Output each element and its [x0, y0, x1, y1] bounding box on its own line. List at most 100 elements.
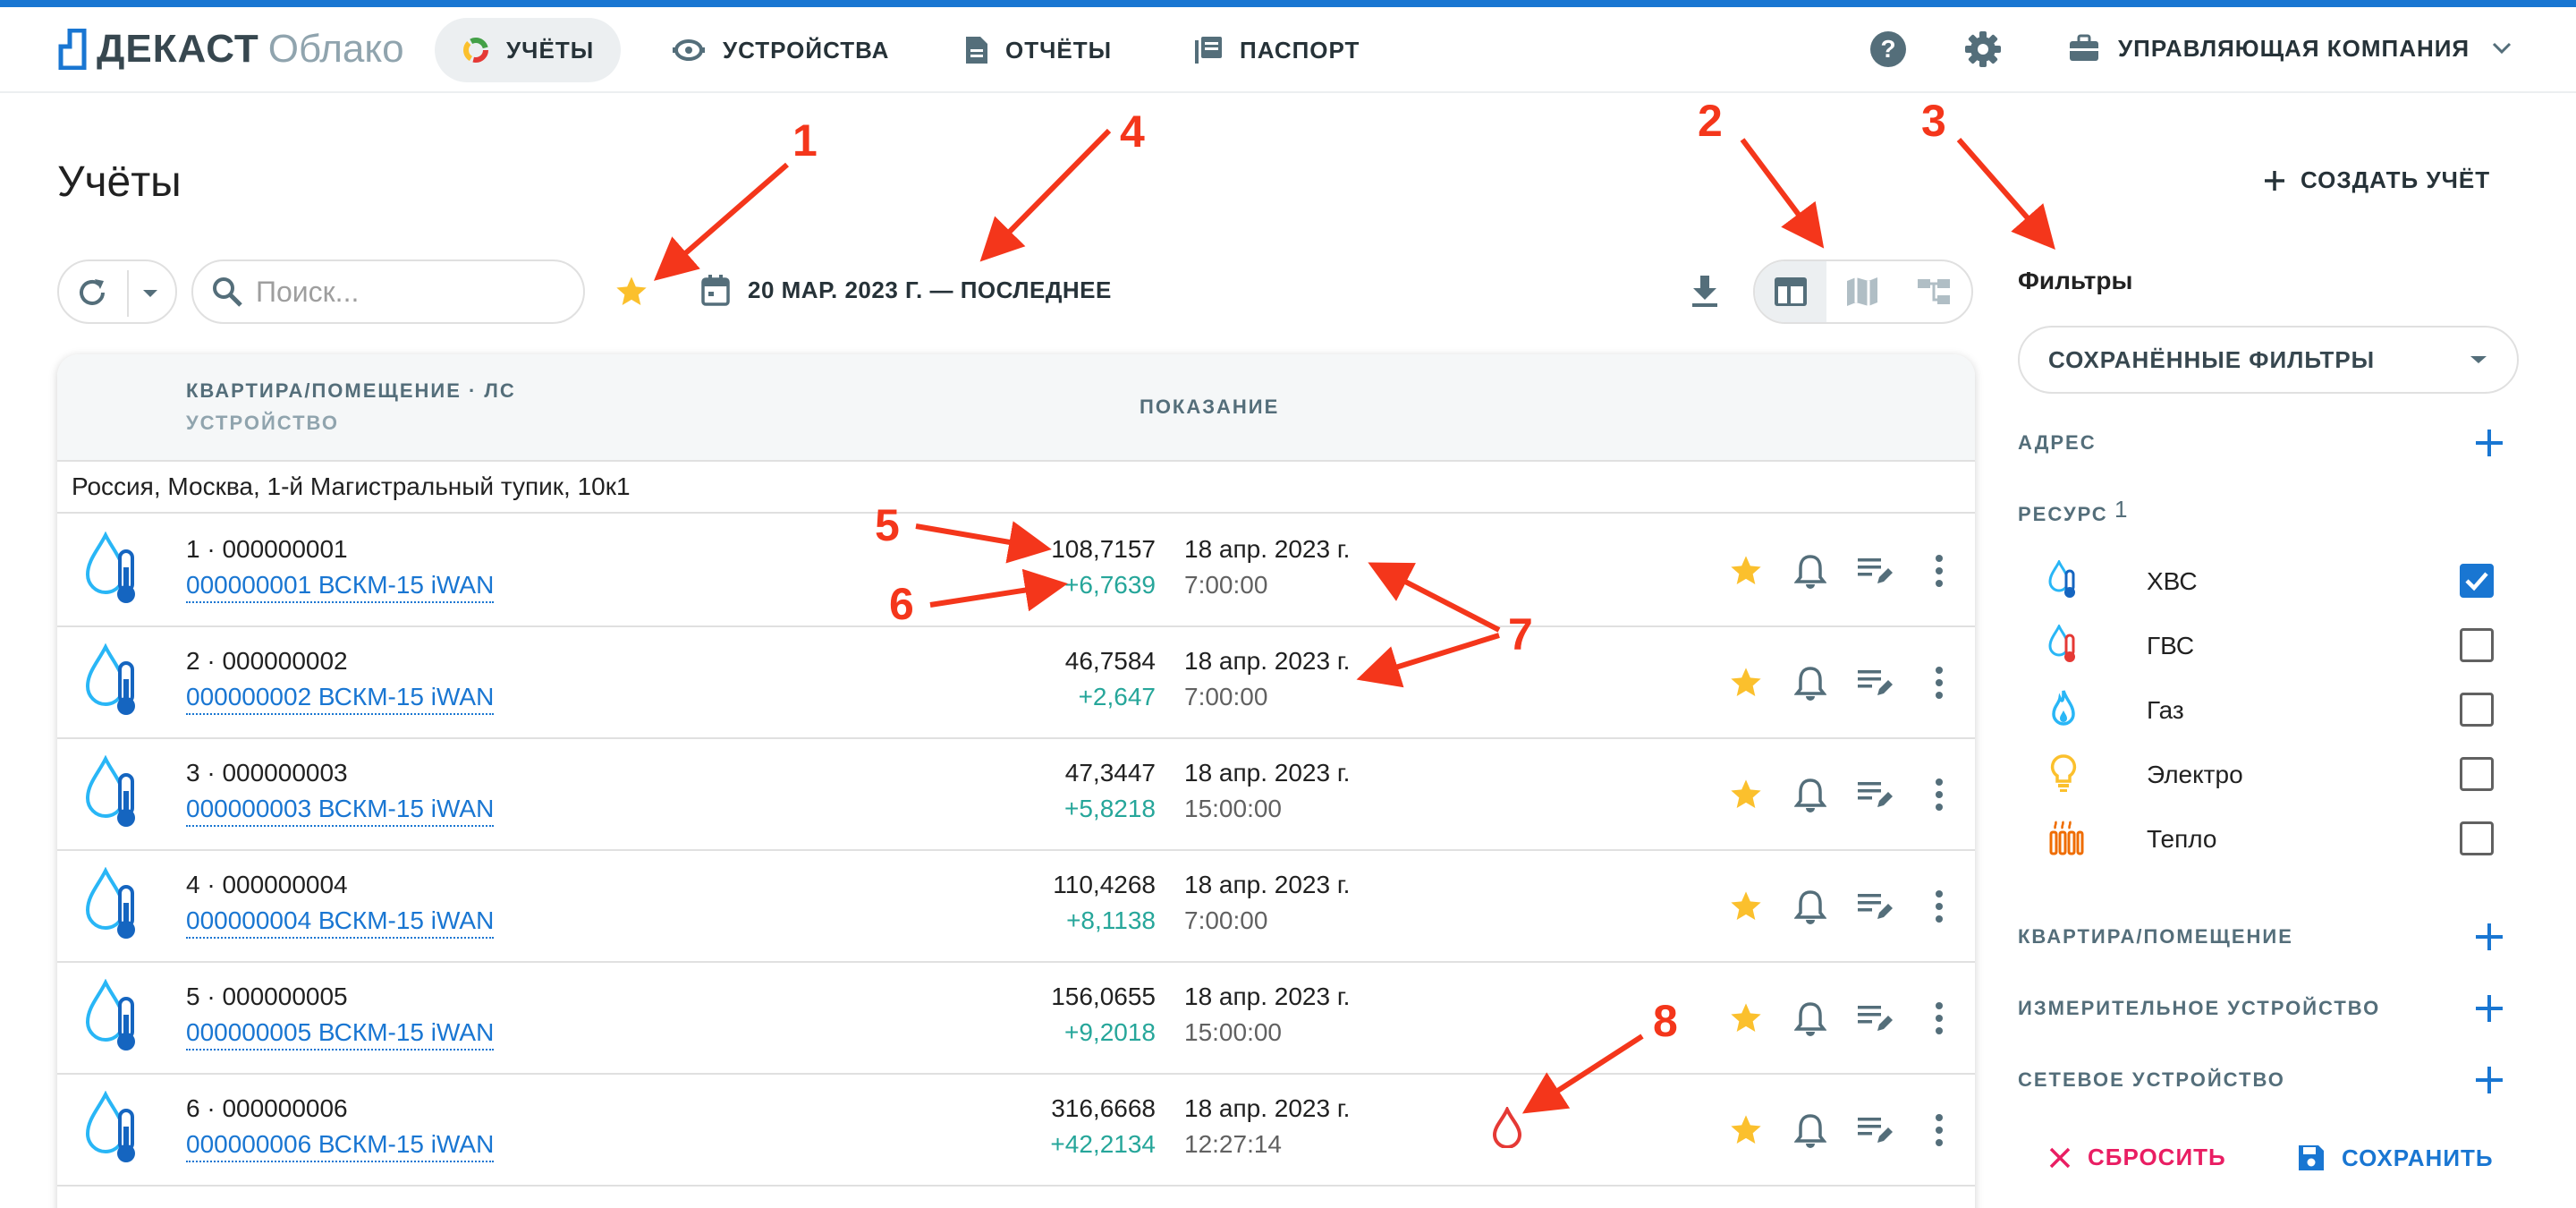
tree-view-button[interactable] [1898, 261, 1970, 322]
resource-checkbox[interactable] [2460, 821, 2494, 855]
table-row[interactable]: 6 · 000000006 000000006 ВСКМ-15 iWAN 316… [57, 1075, 1975, 1187]
more-options-button[interactable] [1918, 661, 1961, 704]
reset-filters-button[interactable]: СБРОСИТЬ [2048, 1144, 2226, 1171]
more-options-button[interactable] [1918, 997, 1961, 1040]
table-row[interactable]: 1 · 000000001 000000001 ВСКМ-15 iWAN 108… [57, 515, 1975, 627]
settings-button[interactable] [1964, 30, 2002, 68]
nav-tab-label: ОТЧЁТЫ [1005, 36, 1113, 64]
table-row[interactable]: 4 · 000000004 000000004 ВСКМ-15 iWAN 110… [57, 851, 1975, 963]
resource-checkbox[interactable] [2460, 757, 2494, 791]
resource-filter-option[interactable]: Газ [2048, 684, 2531, 737]
device-link[interactable]: 000000005 ВСКМ-15 iWAN [186, 1018, 495, 1051]
favorite-button[interactable] [1724, 773, 1767, 816]
filter-meter-label: ИЗМЕРИТЕЛЬНОЕ УСТРОЙСТВО [2018, 997, 2381, 1019]
download-button[interactable] [1689, 274, 1721, 308]
device-link[interactable]: 000000004 ВСКМ-15 iWAN [186, 906, 495, 939]
nav-tab-reports[interactable]: ОТЧЁТЫ [937, 18, 1139, 82]
filter-resource-count: 1 [2114, 496, 2128, 523]
notifications-button[interactable] [1789, 661, 1832, 704]
more-options-button[interactable] [1918, 773, 1961, 816]
company-selector[interactable]: УПРАВЛЯЮЩАЯ КОМПАНИЯ [2068, 34, 2512, 63]
add-address-filter-button[interactable] [2474, 428, 2504, 458]
cold-water-icon [85, 1091, 135, 1162]
favorites-filter-button[interactable] [614, 274, 649, 310]
table-row[interactable]: 3 · 000000003 000000003 ВСКМ-15 iWAN 47,… [57, 739, 1975, 851]
resource-icon [84, 1091, 143, 1166]
reading-date: 18 апр. 2023 г. [1184, 759, 1351, 787]
hot-water-icon [2048, 625, 2075, 662]
gas-flame-icon [2052, 690, 2075, 726]
nav-tab-label: ПАСПОРТ [1240, 36, 1360, 64]
reading-date: 18 апр. 2023 г. [1184, 647, 1351, 675]
cold-water-icon [85, 643, 135, 715]
table-row[interactable]: 5 · 000000005 000000005 ВСКМ-15 iWAN 156… [57, 963, 1975, 1075]
more-options-button[interactable] [1918, 1109, 1961, 1152]
bell-icon [1794, 667, 1826, 701]
notifications-button[interactable] [1789, 549, 1832, 592]
more-options-button[interactable] [1918, 885, 1961, 928]
nav-tab-passport[interactable]: ПАСПОРТ [1166, 18, 1386, 82]
saved-filters-select[interactable]: СОХРАНЁННЫЕ ФИЛЬТРЫ [2018, 326, 2519, 394]
row-actions [1724, 1109, 1961, 1152]
resource-option-label: Газ [2147, 696, 2184, 724]
resource-checkbox[interactable] [2460, 628, 2494, 662]
search-input[interactable] [256, 275, 542, 309]
reading-value: 47,3447 [1064, 759, 1156, 787]
notifications-button[interactable] [1789, 885, 1832, 928]
save-filters-button[interactable]: СОХРАНИТЬ [2297, 1144, 2494, 1172]
company-name: УПРАВЛЯЮЩАЯ КОМПАНИЯ [2118, 34, 2470, 62]
notifications-button[interactable] [1789, 1109, 1832, 1152]
favorite-button[interactable] [1724, 997, 1767, 1040]
refresh-options-button[interactable] [141, 288, 159, 299]
favorite-button[interactable] [1724, 549, 1767, 592]
search-box[interactable] [191, 259, 585, 324]
nav-tab-devices[interactable]: УСТРОЙСТВА [644, 18, 916, 82]
help-button[interactable]: ? [1869, 30, 1907, 68]
resource-filter-option[interactable]: Тепло [2048, 812, 2531, 866]
notifications-button[interactable] [1789, 997, 1832, 1040]
notifications-button[interactable] [1789, 773, 1832, 816]
leak-indicator [1492, 1107, 1522, 1148]
edit-note-button[interactable] [1853, 885, 1896, 928]
more-options-button[interactable] [1918, 549, 1961, 592]
favorite-button[interactable] [1724, 885, 1767, 928]
column-header-reading[interactable]: ПОКАЗАНИЕ [1140, 396, 1279, 419]
resource-filter-option[interactable]: ХВС [2048, 555, 2531, 608]
lightbulb-icon [2050, 754, 2077, 792]
map-view-button[interactable] [1826, 261, 1898, 322]
add-apartment-filter-button[interactable] [2474, 922, 2504, 952]
water-drop-alert-icon [1492, 1107, 1522, 1148]
date-range-picker[interactable]: 20 МАР. 2023 Г. — ПОСЛЕДНЕЕ [701, 274, 1112, 306]
plus-icon [2476, 1067, 2503, 1093]
edit-note-button[interactable] [1853, 1109, 1896, 1152]
resource-filter-option[interactable]: ГВС [2048, 619, 2531, 673]
create-account-button[interactable]: СОЗДАТЬ УЧЁТ [2263, 166, 2490, 194]
edit-note-button[interactable] [1853, 773, 1896, 816]
table-row[interactable]: 2 · 000000002 000000002 ВСКМ-15 iWAN 46,… [57, 627, 1975, 739]
add-network-filter-button[interactable] [2474, 1065, 2504, 1095]
resource-filter-option[interactable]: Электро [2048, 748, 2531, 802]
edit-note-button[interactable] [1853, 661, 1896, 704]
resource-checkbox[interactable] [2460, 564, 2494, 598]
add-meter-filter-button[interactable] [2474, 993, 2504, 1024]
favorite-button[interactable] [1724, 1109, 1767, 1152]
resource-checkbox[interactable] [2460, 693, 2494, 727]
device-link[interactable]: 000000006 ВСКМ-15 iWAN [186, 1130, 495, 1162]
reading-delta: +6,7639 [1064, 571, 1156, 599]
edit-note-button[interactable] [1853, 549, 1896, 592]
cold-water-icon [85, 532, 135, 603]
favorite-button[interactable] [1724, 661, 1767, 704]
more-vert-icon [1936, 1114, 1943, 1146]
device-link[interactable]: 000000003 ВСКМ-15 iWAN [186, 795, 495, 827]
table-view-button[interactable] [1755, 261, 1826, 322]
device-link[interactable]: 000000002 ВСКМ-15 iWAN [186, 683, 495, 715]
refresh-button[interactable] [75, 276, 109, 310]
caret-down-icon [143, 290, 157, 297]
logo[interactable]: ДЕКАСТ Облако [57, 27, 404, 72]
device-link[interactable]: 000000001 ВСКМ-15 iWAN [186, 571, 495, 603]
reading-value: 108,7157 [1051, 535, 1156, 563]
column-header-apartment[interactable]: КВАРТИРА/ПОМЕЩЕНИЕ · ЛС [186, 379, 516, 403]
edit-note-button[interactable] [1853, 997, 1896, 1040]
nav-tab-accounts[interactable]: УЧЁТЫ [435, 18, 622, 82]
annotation-arrow-4 [979, 128, 1112, 262]
